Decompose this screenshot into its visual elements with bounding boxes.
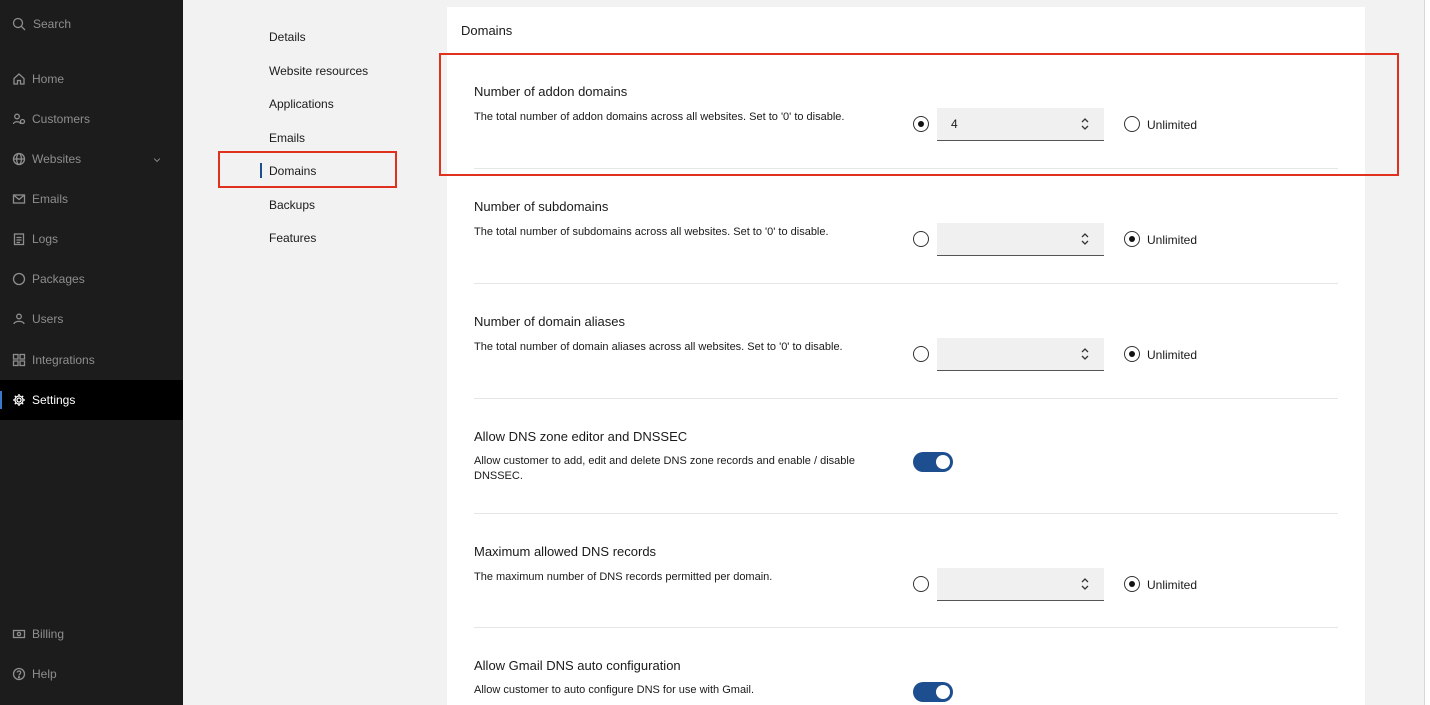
section-description: The total number of subdomains across al… xyxy=(474,226,829,238)
integrations-icon xyxy=(12,353,26,367)
sidebar-item-help[interactable]: Help xyxy=(0,654,183,694)
dns-zone-editor-toggle[interactable] xyxy=(913,452,953,472)
sidebar-item-label: Packages xyxy=(32,272,85,286)
subnav-item-applications[interactable]: Applications xyxy=(269,97,334,111)
subnav-item-features[interactable]: Features xyxy=(269,231,316,245)
section-title: Number of subdomains xyxy=(474,199,609,214)
section-description: The maximum number of DNS records permit… xyxy=(474,571,773,583)
sidebar-item-label: Integrations xyxy=(32,353,95,367)
section-description: Allow customer to auto configure DNS for… xyxy=(474,684,755,696)
sidebar-item-logs[interactable]: Logs xyxy=(0,219,183,259)
gmail-dns-toggle[interactable] xyxy=(913,682,953,702)
users-icon xyxy=(12,312,26,326)
subnav-item-emails[interactable]: Emails xyxy=(269,131,305,145)
chevron-down-icon[interactable] xyxy=(150,153,164,167)
sidebar: Search Home Customers Websites Emails Lo… xyxy=(0,0,183,705)
highlight-box-addon-domains xyxy=(439,53,1399,176)
sidebar-item-label: Logs xyxy=(32,232,59,246)
unlimited-label: Unlimited xyxy=(1147,348,1198,362)
stepper-icon[interactable] xyxy=(1080,347,1090,361)
subdomains-unlimited-radio[interactable] xyxy=(1124,231,1140,247)
sidebar-item-home[interactable]: Home xyxy=(0,59,183,99)
dns-records-input[interactable] xyxy=(937,568,1104,601)
home-icon xyxy=(12,72,26,86)
billing-icon xyxy=(12,627,26,641)
sidebar-item-label: Billing xyxy=(32,627,65,641)
stepper-icon[interactable] xyxy=(1080,232,1090,246)
sidebar-item-label: Customers xyxy=(32,112,91,126)
sidebar-search[interactable]: Search xyxy=(12,17,71,31)
window-edge xyxy=(1424,0,1430,705)
globe-icon xyxy=(12,152,26,166)
unlimited-label: Unlimited xyxy=(1147,578,1198,592)
subnav-item-website-resources[interactable]: Website resources xyxy=(269,64,368,78)
section-title: Allow DNS zone editor and DNSSEC xyxy=(474,429,688,444)
sidebar-item-customers[interactable]: Customers xyxy=(0,99,183,139)
sidebar-item-label: Home xyxy=(32,72,65,86)
divider xyxy=(474,627,1338,628)
subnav-item-backups[interactable]: Backups xyxy=(269,198,315,212)
sidebar-item-label: Settings xyxy=(32,393,76,407)
divider xyxy=(474,398,1338,399)
section-description: The total number of domain aliases acros… xyxy=(474,341,843,353)
section-title: Number of domain aliases xyxy=(474,314,626,329)
section-description: Allow customer to add, edit and delete D… xyxy=(474,455,855,482)
dns-records-value-radio[interactable] xyxy=(913,576,929,592)
sidebar-item-label: Users xyxy=(32,312,64,326)
search-icon xyxy=(12,17,26,31)
subnav-item-details[interactable]: Details xyxy=(269,30,306,44)
sidebar-search-label: Search xyxy=(33,17,72,31)
sidebar-item-emails[interactable]: Emails xyxy=(0,179,183,219)
domain-aliases-unlimited-radio[interactable] xyxy=(1124,346,1140,362)
logs-icon xyxy=(12,232,26,246)
sidebar-item-label: Help xyxy=(32,667,57,681)
sidebar-item-users[interactable]: Users xyxy=(0,299,183,339)
divider xyxy=(474,513,1338,514)
section-title: Maximum allowed DNS records xyxy=(474,544,657,559)
section-title: Allow Gmail DNS auto configuration xyxy=(474,658,681,673)
unlimited-label: Unlimited xyxy=(1147,233,1198,247)
subdomains-value-radio[interactable] xyxy=(913,231,929,247)
package-icon xyxy=(12,272,26,286)
sidebar-item-settings[interactable]: Settings xyxy=(0,380,183,420)
sidebar-item-websites[interactable]: Websites xyxy=(0,139,183,179)
divider xyxy=(474,283,1338,284)
dns-records-unlimited-radio[interactable] xyxy=(1124,576,1140,592)
sidebar-item-label: Emails xyxy=(32,192,69,206)
subdomains-input[interactable] xyxy=(937,223,1104,256)
sidebar-item-billing[interactable]: Billing xyxy=(0,614,183,654)
mail-icon xyxy=(12,192,26,206)
gear-icon xyxy=(12,393,26,407)
domain-aliases-value-radio[interactable] xyxy=(913,346,929,362)
stepper-icon[interactable] xyxy=(1080,577,1090,591)
sidebar-item-label: Websites xyxy=(32,152,82,166)
help-icon xyxy=(12,667,26,681)
panel-title: Domains xyxy=(461,23,513,38)
domain-aliases-input[interactable] xyxy=(937,338,1104,371)
customers-icon xyxy=(12,112,26,126)
highlight-box-subnav xyxy=(218,151,397,188)
sidebar-item-integrations[interactable]: Integrations xyxy=(0,340,183,380)
sidebar-item-packages[interactable]: Packages xyxy=(0,259,183,299)
